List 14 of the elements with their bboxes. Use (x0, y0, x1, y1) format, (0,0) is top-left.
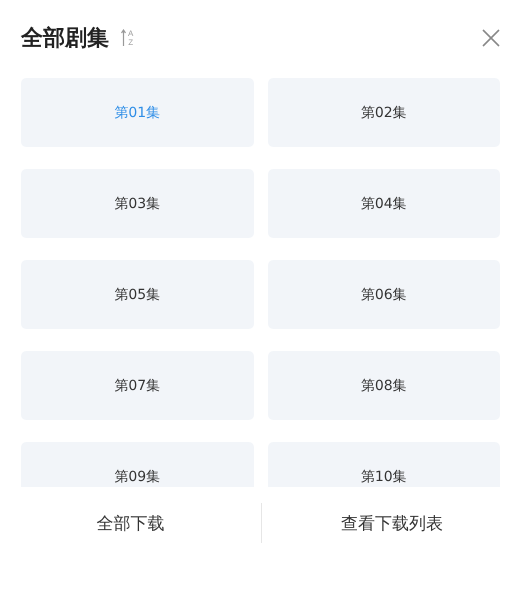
episode-tile[interactable]: 第02集 (268, 78, 500, 147)
close-icon[interactable] (482, 29, 500, 47)
footer-button[interactable]: 查看下载列表 (262, 503, 522, 543)
up-arrow-icon (121, 29, 126, 47)
footer-button[interactable]: 全部下载 (0, 503, 260, 543)
episode-tile[interactable]: 第06集 (268, 260, 500, 329)
episode-tile[interactable]: 第07集 (21, 351, 254, 420)
episode-tile[interactable]: 第08集 (268, 351, 500, 420)
panel-title: 全部剧集 (21, 25, 109, 53)
episode-tile[interactable]: 第10集 (268, 442, 500, 487)
episode-tile[interactable]: 第05集 (21, 260, 254, 329)
episode-tile[interactable]: 第09集 (21, 442, 254, 487)
episode-tile[interactable]: 第04集 (268, 169, 500, 238)
episode-tile[interactable]: 第03集 (21, 169, 254, 238)
